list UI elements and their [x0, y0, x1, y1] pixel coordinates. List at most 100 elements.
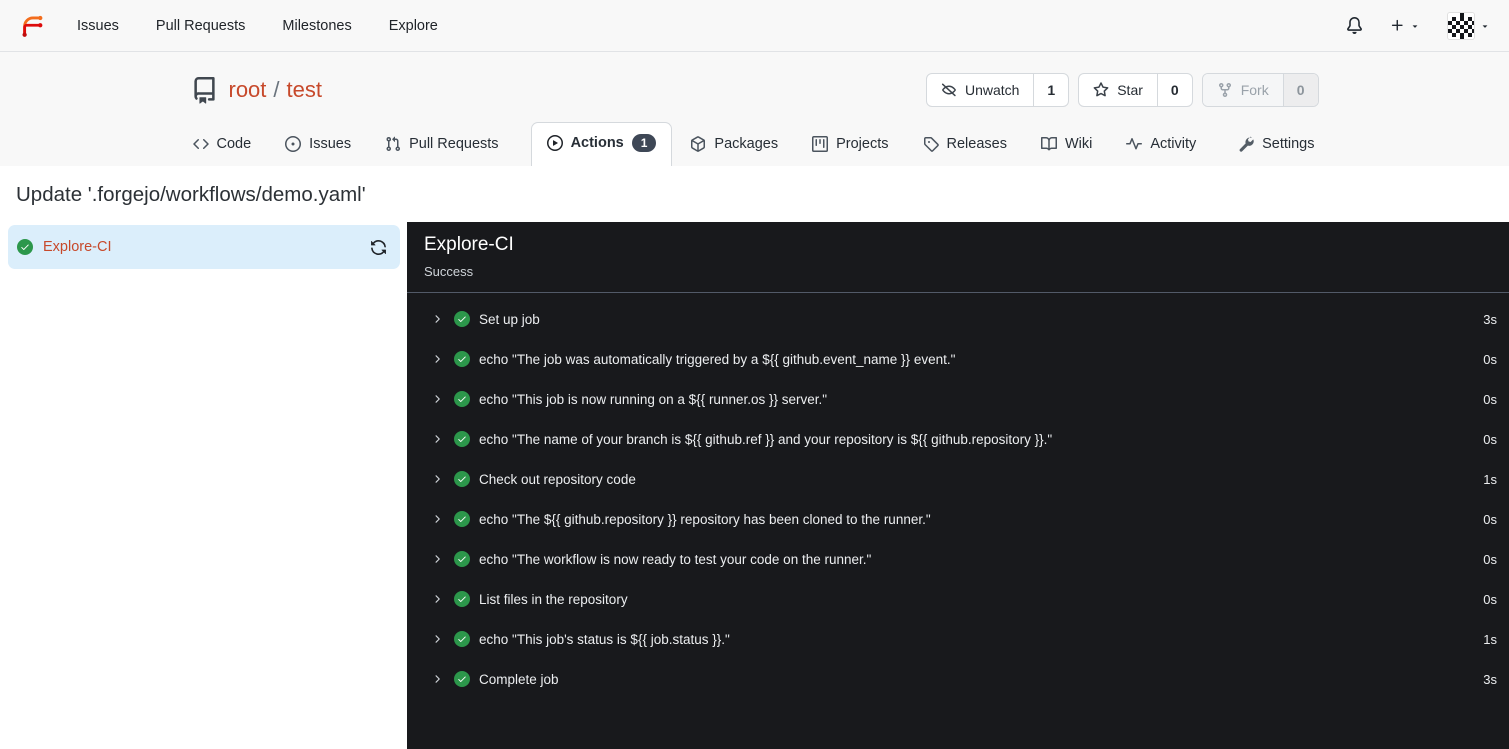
tab-settings[interactable]: Settings [1236, 125, 1316, 166]
repo-action-buttons: Unwatch 1 Star 0 Fork 0 [925, 73, 1319, 107]
chevron-right-icon [431, 593, 443, 605]
step-duration: 0s [1483, 511, 1497, 527]
plus-icon [1390, 18, 1405, 33]
repo-icon [191, 76, 218, 104]
success-check-icon [454, 671, 470, 687]
chevron-right-icon [431, 473, 443, 485]
tab-packages[interactable]: Packages [688, 125, 780, 166]
step-name: List files in the repository [479, 591, 628, 607]
step-duration: 0s [1483, 431, 1497, 447]
repo-header: root / test Unwatch 1 Star 0 Fork 0 Code… [0, 52, 1509, 166]
chevron-right-icon [431, 433, 443, 445]
job-detail-header: Explore-CI Success [407, 222, 1509, 293]
forgejo-logo-icon[interactable] [19, 12, 46, 39]
step-row[interactable]: Complete job 3s [407, 659, 1509, 699]
step-name: Set up job [479, 311, 540, 327]
step-name: Check out repository code [479, 471, 636, 487]
tab-activity[interactable]: Activity [1124, 125, 1198, 166]
step-duration: 3s [1483, 311, 1497, 327]
tab-code[interactable]: Code [191, 125, 254, 166]
chevron-right-icon [431, 513, 443, 525]
navbar-links: Issues Pull Requests Milestones Explore [77, 18, 438, 34]
step-name: echo "The workflow is now ready to test … [479, 551, 872, 567]
step-duration: 0s [1483, 591, 1497, 607]
chevron-right-icon [431, 313, 443, 325]
notifications-button[interactable] [1346, 17, 1363, 34]
fork-button: Fork 0 [1201, 73, 1319, 107]
job-status-text: Success [424, 264, 474, 279]
eye-closed-icon [941, 82, 957, 98]
step-row[interactable]: echo "The workflow is now ready to test … [407, 539, 1509, 579]
step-name: echo "The name of your branch is ${{ git… [479, 431, 1053, 447]
success-check-icon [454, 631, 470, 647]
star-icon [1093, 82, 1109, 98]
avatar [1447, 11, 1475, 40]
step-row[interactable]: echo "The name of your branch is ${{ git… [407, 419, 1509, 459]
top-navbar: Issues Pull Requests Milestones Explore [0, 0, 1509, 52]
step-duration: 1s [1483, 471, 1497, 487]
bell-icon [1346, 17, 1363, 34]
actions-count-badge: 1 [631, 134, 657, 152]
step-name: Complete job [479, 671, 559, 687]
job-name: Explore-CI [43, 239, 112, 255]
success-check-icon [454, 431, 470, 447]
step-name: echo "This job's status is ${{ job.statu… [479, 631, 730, 647]
rerun-job-button[interactable] [370, 239, 387, 256]
step-name: echo "This job is now running on a ${{ r… [479, 391, 828, 407]
star-button[interactable]: Star 0 [1078, 73, 1193, 107]
repo-separator: / [273, 77, 280, 102]
user-menu-button[interactable] [1447, 11, 1490, 40]
fork-icon [1217, 82, 1233, 98]
tab-issues[interactable]: Issues [283, 125, 353, 166]
step-duration: 0s [1483, 351, 1497, 367]
navbar-item-pull-requests[interactable]: Pull Requests [156, 18, 245, 34]
step-row[interactable]: List files in the repository 0s [407, 579, 1509, 619]
sync-icon [370, 239, 387, 256]
chevron-right-icon [431, 673, 443, 685]
tab-releases[interactable]: Releases [921, 125, 1009, 166]
fork-count: 0 [1282, 74, 1318, 106]
step-row[interactable]: echo "This job's status is ${{ job.statu… [407, 619, 1509, 659]
tab-wiki[interactable]: Wiki [1039, 125, 1094, 166]
job-detail-panel: Explore-CI Success Set up job 3s echo "T… [407, 222, 1509, 749]
repo-breadcrumb: root / test [229, 77, 323, 103]
step-row[interactable]: Check out repository code 1s [407, 459, 1509, 499]
repo-owner-link[interactable]: root [229, 77, 267, 103]
step-row[interactable]: echo "The ${{ github.repository }} repos… [407, 499, 1509, 539]
step-row[interactable]: echo "This job is now running on a ${{ r… [407, 379, 1509, 419]
step-name: echo "The job was automatically triggere… [479, 351, 956, 367]
jobs-sidebar: Explore-CI [0, 222, 407, 749]
tab-actions[interactable]: Actions 1 [530, 122, 673, 166]
success-check-icon [454, 591, 470, 607]
success-check-icon [454, 471, 470, 487]
success-check-icon [17, 239, 33, 255]
success-check-icon [454, 391, 470, 407]
chevron-right-icon [431, 553, 443, 565]
step-duration: 3s [1483, 671, 1497, 687]
navbar-item-issues[interactable]: Issues [77, 18, 119, 34]
job-list-item-explore-ci[interactable]: Explore-CI [8, 225, 400, 269]
tab-pull-requests[interactable]: Pull Requests [383, 125, 500, 166]
success-check-icon [454, 311, 470, 327]
repo-name-link[interactable]: test [287, 77, 322, 103]
step-name: echo "The ${{ github.repository }} repos… [479, 511, 931, 527]
caret-down-icon [1410, 21, 1420, 31]
step-row[interactable]: echo "The job was automatically triggere… [407, 339, 1509, 379]
tab-projects[interactable]: Projects [810, 125, 890, 166]
unwatch-button[interactable]: Unwatch 1 [925, 73, 1070, 107]
step-row[interactable]: Set up job 3s [407, 299, 1509, 339]
navbar-right [1346, 11, 1490, 40]
navbar-item-explore[interactable]: Explore [389, 18, 438, 34]
actions-run-view: Update '.forgejo/workflows/demo.yaml' Ex… [0, 183, 1509, 749]
caret-down-icon [1480, 21, 1490, 31]
steps-list: Set up job 3s echo "The job was automati… [407, 293, 1509, 699]
job-detail-title: Explore-CI [424, 234, 514, 255]
chevron-right-icon [431, 353, 443, 365]
watch-count[interactable]: 1 [1033, 74, 1068, 106]
star-count[interactable]: 0 [1156, 74, 1192, 106]
navbar-item-milestones[interactable]: Milestones [282, 18, 351, 34]
success-check-icon [454, 511, 470, 527]
create-new-button[interactable] [1390, 18, 1420, 33]
chevron-right-icon [431, 633, 443, 645]
success-check-icon [454, 551, 470, 567]
